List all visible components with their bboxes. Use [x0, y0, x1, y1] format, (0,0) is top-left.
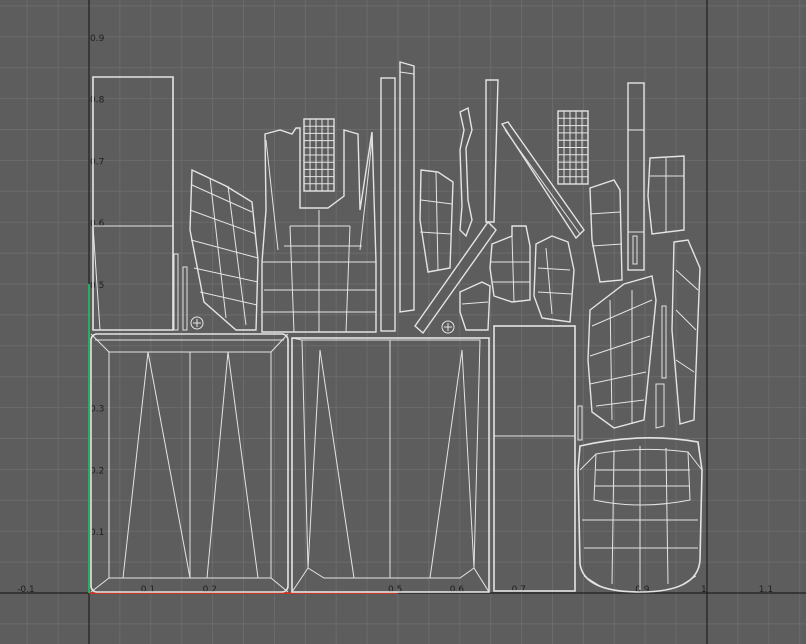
v-tick-label: 0.8: [90, 96, 105, 106]
u-tick-label: 0.1: [141, 585, 155, 595]
uv-grid: [0, 0, 806, 644]
uv-shell-panel-bottom-left[interactable]: [90, 333, 289, 593]
u-tick-label: -0.1: [17, 585, 35, 595]
uv-shell-small-fin-center[interactable]: [419, 169, 454, 273]
uv-shell-curved-fin-left[interactable]: [189, 168, 259, 331]
v-tick-label: 0.3: [90, 405, 104, 415]
u-tick-label: 1.1: [759, 585, 773, 595]
u-tick-label: 1: [701, 585, 707, 595]
uv-shell-hook-strip[interactable]: [459, 106, 473, 238]
uv-canvas[interactable]: -0.1 0.1 0.2 0.5 0.6 0.7 0.9 1 1.10.10.20.30.50.…: [0, 0, 806, 644]
u-tick-label: 0.9: [635, 585, 650, 595]
uv-shell-thin-strips-left[interactable]: [173, 253, 188, 331]
v-tick-label: 0.2: [90, 466, 104, 476]
v-tick-label: 0.7: [90, 157, 104, 167]
uv-shell-bolt-left[interactable]: [190, 316, 204, 330]
uv-shells[interactable]: [90, 61, 703, 593]
v-tick-label: 0.9: [90, 34, 105, 44]
uv-shell-bolt-center[interactable]: [441, 320, 455, 334]
uv-shell-tall-panel-top-left[interactable]: [92, 76, 174, 331]
uv-shell-seat-bottom-right[interactable]: [577, 437, 703, 593]
uv-axes: [0, 0, 806, 644]
v-tick-label: 0.6: [90, 219, 105, 229]
uv-editor-viewport[interactable]: -0.1 0.1 0.2 0.5 0.6 0.7 0.9 1 1.1 0.1 0.2 0.3 0.5 0.…: [0, 0, 806, 644]
uv-shell-tower-center[interactable]: [261, 127, 377, 333]
uv-shell-tall-box-right[interactable]: [493, 325, 583, 592]
u-tick-label: 0.5: [388, 585, 402, 595]
u-tick-label: 0.6: [450, 585, 465, 595]
v-tick-label: 0.1: [90, 528, 104, 538]
u-tick-label: 0.7: [512, 585, 526, 595]
u-tick-label: 0.2: [203, 585, 217, 595]
